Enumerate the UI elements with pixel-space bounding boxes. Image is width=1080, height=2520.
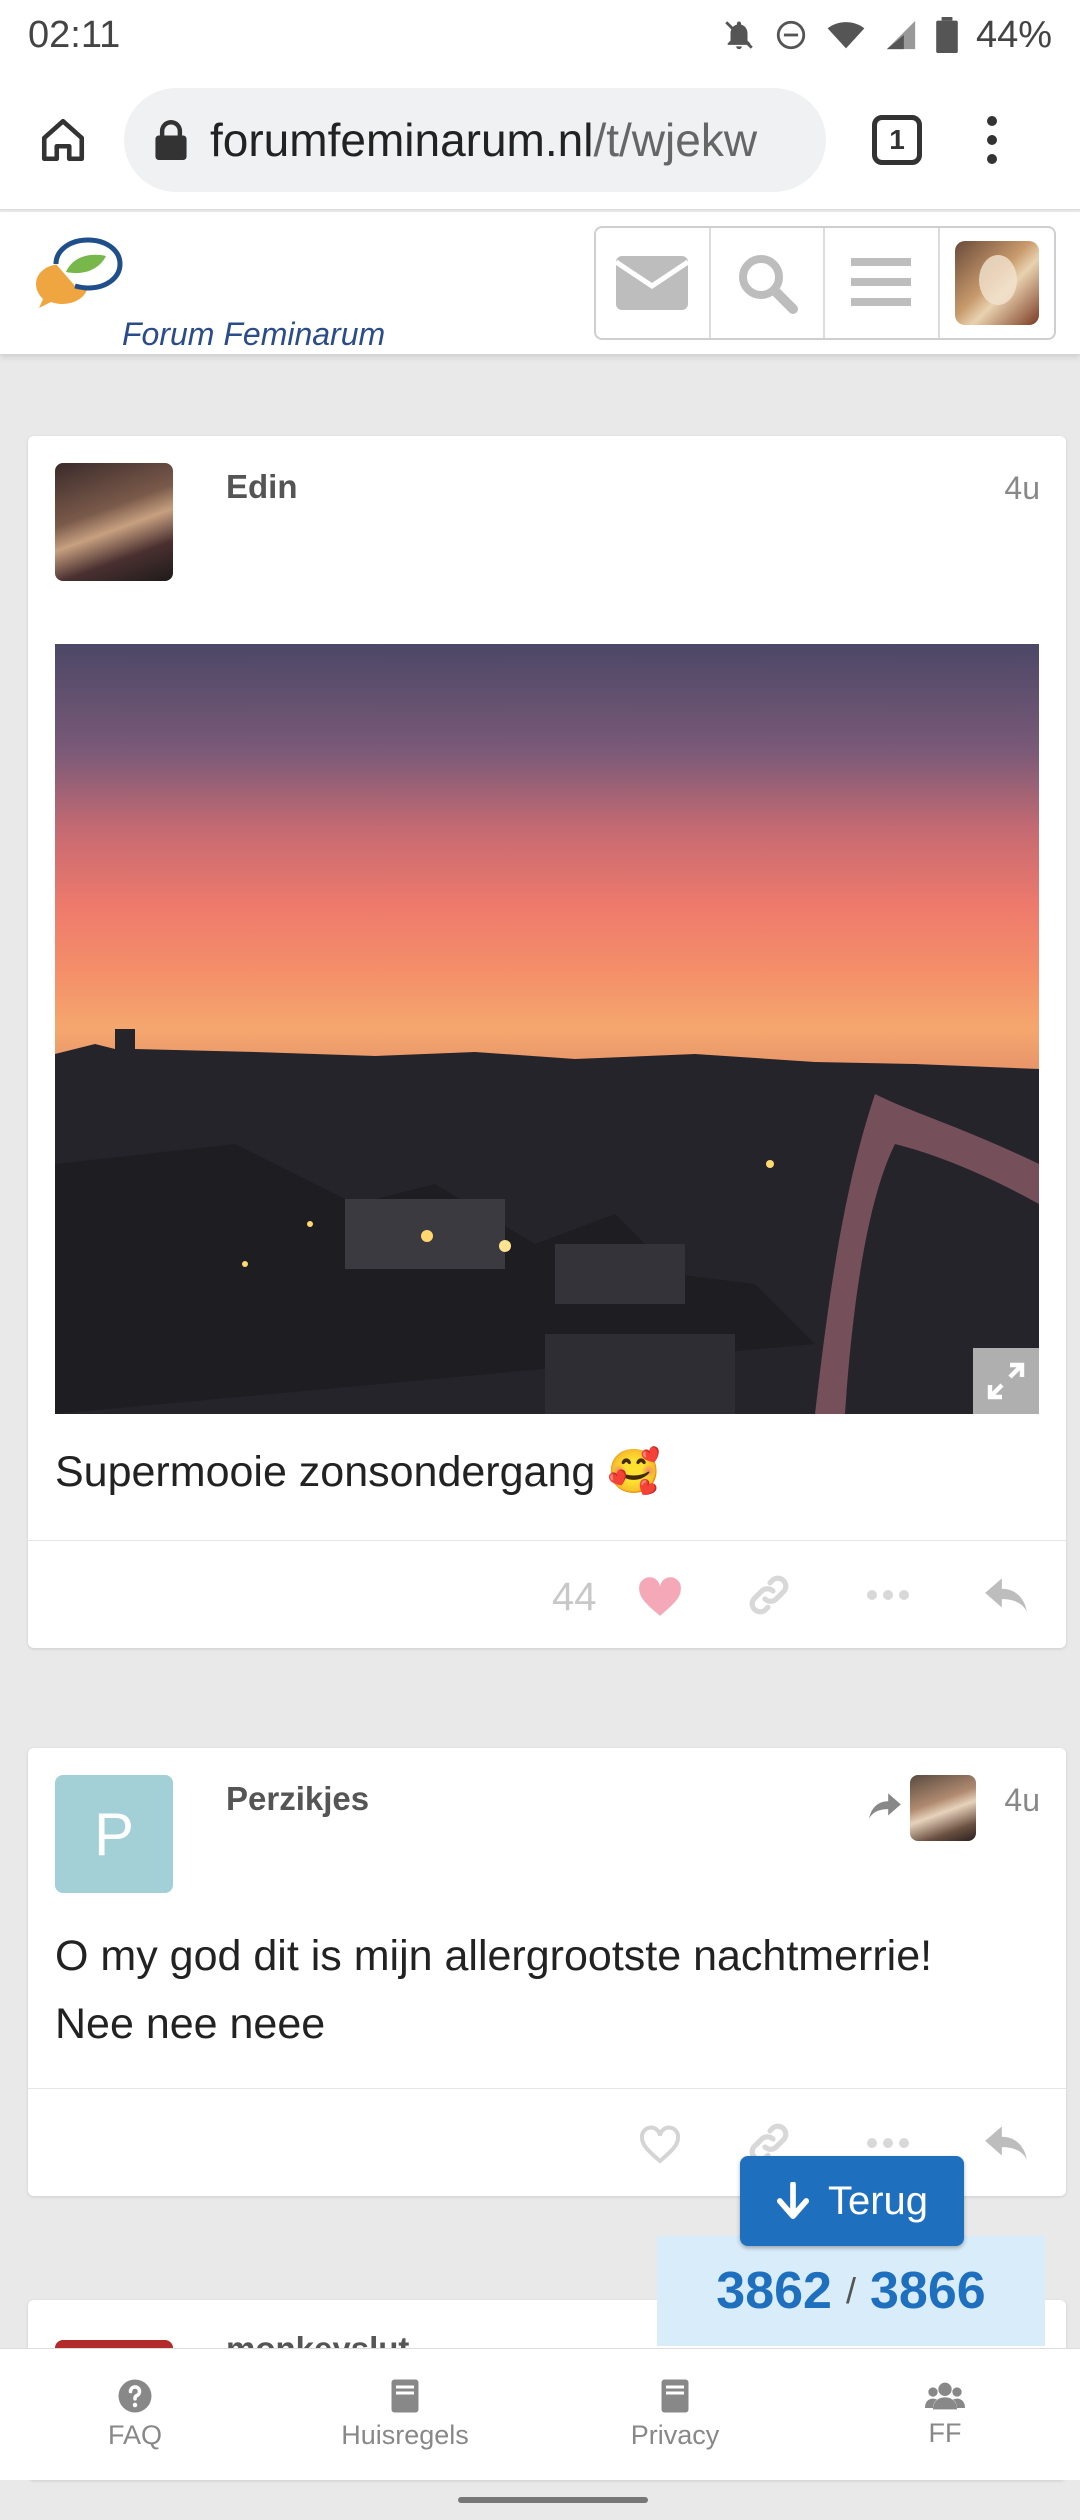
lock-icon (155, 119, 187, 160)
system-home-indicator[interactable] (458, 2497, 648, 2503)
post-card: Edin 4u Supermooie zonsondergang 🥰 44 (28, 436, 1066, 1648)
reply-icon (985, 2126, 1027, 2160)
menu-dot-icon (987, 153, 997, 164)
arrow-down-icon (776, 2182, 810, 2219)
menu-dot-icon (987, 134, 997, 145)
expand-image-button[interactable] (973, 1348, 1039, 1414)
reply-to-avatar[interactable] (910, 1775, 976, 1841)
ellipsis-icon (867, 2138, 909, 2148)
url-text: forumfeminarum.nl/t/wjekw (210, 113, 757, 167)
nav-item-privacy[interactable]: Privacy (540, 2349, 810, 2480)
status-bar: 02:11 44% (0, 0, 1080, 70)
post-text: Supermooie zonsondergang 🥰 (55, 1448, 661, 1496)
users-icon (925, 2382, 965, 2410)
envelope-icon (616, 256, 689, 310)
reply-to-arrow-icon (869, 1793, 901, 1819)
browser-toolbar: forumfeminarum.nl/t/wjekw 1 (0, 70, 1080, 210)
battery-icon (936, 17, 958, 53)
city-silhouette (55, 1029, 1039, 1414)
logo-text: Forum Feminarum (122, 316, 386, 352)
post-text: O my god dit is mijn allergrootste nacht… (55, 1922, 932, 2058)
reply-button[interactable] (980, 1569, 1032, 1621)
nav-label: Privacy (630, 2420, 720, 2450)
link-icon (749, 1575, 789, 1615)
site-header: Forum Feminarum (0, 212, 1080, 354)
browser-home-button[interactable] (28, 105, 98, 175)
address-bar[interactable]: forumfeminarum.nl/t/wjekw (124, 87, 826, 192)
post-text-line: Nee nee neee (55, 2000, 326, 2048)
back-button-label: Terug (827, 2178, 929, 2223)
url-domain: forumfeminarum.nl (210, 113, 594, 166)
post-author[interactable]: Edin (226, 468, 298, 506)
browser-menu-button[interactable] (982, 115, 1002, 164)
search-button[interactable] (711, 228, 825, 338)
bell-off-icon (725, 21, 753, 50)
messages-button[interactable] (596, 228, 711, 338)
bottom-navigation: FAQ Huisregels Privacy FF (0, 2348, 1080, 2480)
wifi-icon (827, 22, 865, 49)
logo-speech-bubbles-icon (36, 237, 123, 308)
post-card: P Perzikjes 4u O my god dit is mijn alle… (28, 1748, 1066, 2196)
back-button[interactable]: Terug (740, 2156, 964, 2246)
progress-separator: / (845, 2270, 856, 2311)
search-icon (738, 255, 798, 314)
post-actions: 44 (28, 1540, 1066, 1648)
nav-label: Huisregels (341, 2420, 469, 2450)
url-path: /t/wjekw (593, 113, 758, 166)
post-time[interactable]: 4u (1004, 470, 1040, 507)
total-post-count: 3866 (870, 2262, 986, 2320)
expand-icon (987, 1362, 1025, 1400)
share-link-button[interactable] (743, 1569, 795, 1621)
menu-dot-icon (987, 115, 997, 126)
tab-switcher-button[interactable]: 1 (872, 114, 922, 165)
avatar[interactable]: P (55, 1775, 173, 1893)
post-author[interactable]: Perzikjes (226, 1780, 369, 1818)
post-image[interactable] (55, 644, 1039, 1414)
nav-item-faq[interactable]: FAQ (0, 2349, 270, 2480)
post-time[interactable]: 4u (1004, 1782, 1040, 1819)
signal-icon (886, 20, 916, 50)
reply-button[interactable] (980, 2117, 1032, 2169)
heart-icon (639, 1577, 681, 1616)
home-icon (41, 118, 85, 161)
like-button[interactable] (634, 1569, 686, 1621)
question-circle-icon (118, 2379, 152, 2413)
site-logo[interactable]: Forum Feminarum (26, 232, 385, 352)
nav-item-huisregels[interactable]: Huisregels (270, 2349, 540, 2480)
book-icon (661, 2379, 689, 2413)
nav-label: FAQ (107, 2420, 162, 2450)
reply-icon (985, 1578, 1027, 1612)
battery-percent: 44% (975, 13, 1052, 56)
user-menu-button[interactable] (940, 228, 1055, 338)
hamburger-icon (851, 258, 912, 306)
avatar[interactable] (55, 463, 173, 581)
user-avatar (954, 241, 1039, 325)
timeline-progress[interactable]: 3862 / 3866 (657, 2236, 1045, 2346)
status-time: 02:11 (28, 13, 121, 56)
ellipsis-icon (867, 1590, 909, 1600)
post-text-line: O my god dit is mijn allergrootste nacht… (55, 1932, 933, 1980)
current-post-number: 3862 (716, 2262, 832, 2320)
dnd-icon (776, 20, 806, 50)
like-count: 44 (552, 1575, 597, 1619)
book-icon (391, 2379, 419, 2413)
more-actions-button[interactable] (862, 1569, 914, 1621)
nav-label: FF (928, 2418, 962, 2448)
hamburger-menu-button[interactable] (825, 228, 940, 338)
heart-outline-icon (639, 2125, 681, 2164)
like-button[interactable] (634, 2117, 686, 2169)
status-icons: 44% (722, 14, 1052, 57)
nav-item-ff[interactable]: FF (810, 2349, 1080, 2480)
header-icon-group (594, 226, 1056, 340)
